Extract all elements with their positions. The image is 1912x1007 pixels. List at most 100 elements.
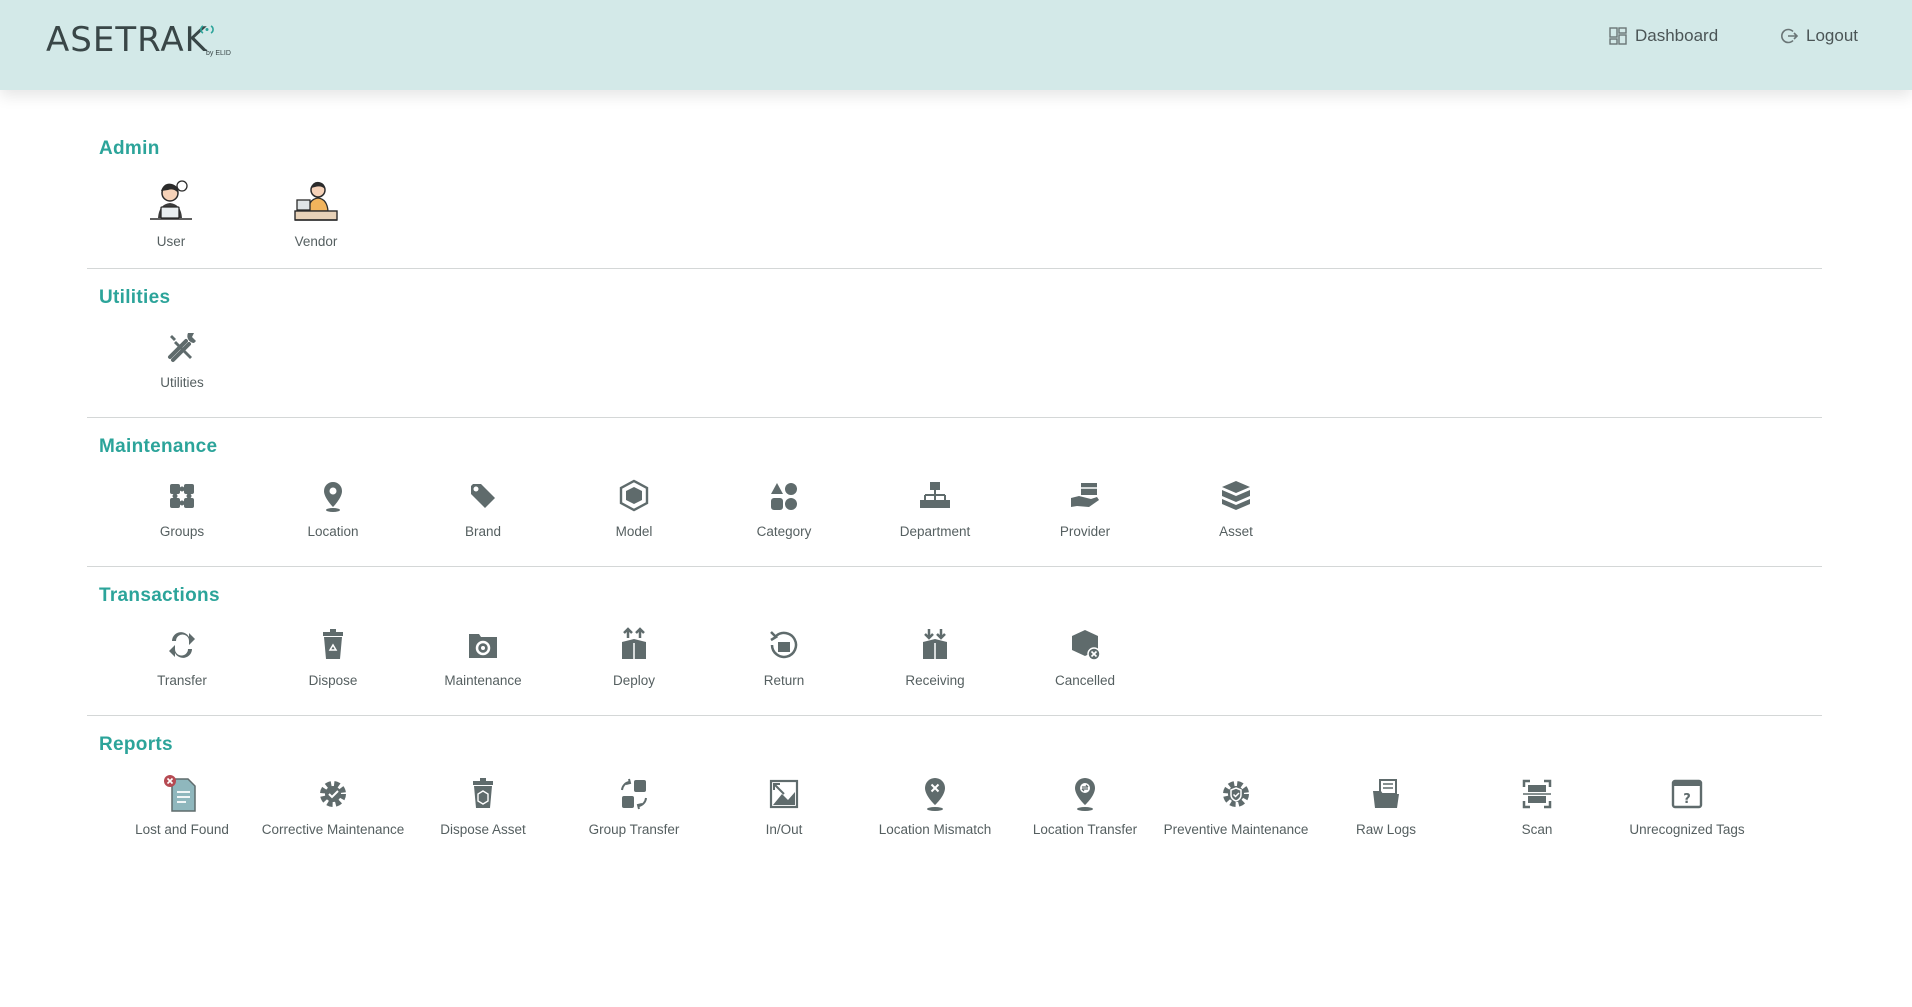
item-label: Deploy <box>612 673 656 688</box>
reports-item-location-mismatch[interactable]: Location Mismatch <box>860 774 1010 840</box>
item-label: Group Transfer <box>588 822 680 837</box>
maintenance-item-department[interactable]: Department <box>860 476 1010 542</box>
reports-item-preventive-maintenance[interactable]: Preventive Maintenance <box>1161 774 1311 840</box>
gear-check-icon <box>320 781 346 807</box>
dashboard-label: Dashboard <box>1635 26 1719 45</box>
item-label: Location <box>307 524 359 539</box>
vendor-cashier-icon <box>294 181 338 221</box>
folder-docs-icon <box>1373 779 1399 808</box>
tools-icon <box>168 333 196 362</box>
swap-arrows-icon <box>169 632 195 658</box>
item-label: Preventive Maintenance <box>1163 822 1309 837</box>
item-label: Category <box>756 524 812 539</box>
box-return-icon <box>770 631 798 659</box>
transactions-item-dispose[interactable]: Dispose <box>258 625 408 691</box>
maintenance-item-asset[interactable]: Asset <box>1161 476 1311 542</box>
document-x-icon <box>164 775 196 812</box>
reports-item-group-transfer[interactable]: Group Transfer <box>559 774 709 840</box>
puzzle-arrows-icon <box>621 778 647 810</box>
item-label: Unrecognized Tags <box>1629 822 1745 837</box>
scan-icon <box>1522 779 1552 809</box>
gear-folder-icon <box>469 634 497 658</box>
open-box-icon <box>1222 481 1250 510</box>
reports-item-raw-logs[interactable]: Raw Logs <box>1311 774 1461 840</box>
section-title: Utilities <box>99 287 171 308</box>
reports-item-in-out[interactable]: In/Out <box>709 774 859 840</box>
transactions-item-cancelled[interactable]: Cancelled <box>1010 625 1160 691</box>
pin-transfer-icon <box>1075 778 1095 811</box>
maintenance-item-provider[interactable]: Provider <box>1010 476 1160 542</box>
reports-item-corrective-maintenance[interactable]: Corrective Maintenance <box>258 774 408 840</box>
section-title: Reports <box>99 734 173 755</box>
brand-logo[interactable]: ASETRAK by ELID <box>46 20 246 68</box>
item-label: Groups <box>159 524 205 539</box>
admin-item-vendor[interactable]: Vendor <box>241 178 391 252</box>
pin-x-icon <box>925 778 945 811</box>
transactions-item-receiving[interactable]: Receiving <box>860 625 1010 691</box>
logout-icon <box>1781 28 1798 44</box>
cube-icon <box>619 479 649 512</box>
item-label: User <box>156 234 186 249</box>
item-label: Receiving <box>905 673 965 688</box>
recycle-bin-icon <box>323 629 343 659</box>
transactions-item-transfer[interactable]: Transfer <box>107 625 257 691</box>
item-label: Cancelled <box>1054 673 1116 688</box>
item-label: Utilities <box>160 375 204 390</box>
section-maintenance: Maintenance Groups Location Brand Model … <box>87 418 1822 567</box>
shapes-icon <box>771 483 797 510</box>
tag-icon <box>471 484 495 508</box>
admin-item-user[interactable]: User <box>96 178 246 252</box>
item-label: Return <box>763 673 805 688</box>
transactions-item-maintenance[interactable]: Maintenance <box>408 625 558 691</box>
puzzle-icon <box>170 484 194 508</box>
signal-icon <box>200 25 214 34</box>
reports-item-lost-and-found[interactable]: Lost and Found <box>107 774 257 840</box>
item-label: Location Mismatch <box>878 822 992 837</box>
maintenance-item-location[interactable]: Location <box>258 476 408 542</box>
item-label: Provider <box>1059 524 1111 539</box>
maintenance-item-groups[interactable]: Groups <box>107 476 257 542</box>
section-title: Transactions <box>99 585 220 606</box>
reports-item-unrecognized-tags[interactable]: ? Unrecognized Tags <box>1612 774 1762 840</box>
item-label: Raw Logs <box>1355 822 1417 837</box>
svg-text:?: ? <box>1683 792 1691 807</box>
item-label: Dispose <box>308 673 358 688</box>
section-reports: Reports Lost and Found Corrective Mainte… <box>87 716 1822 865</box>
map-pin-icon <box>324 482 342 512</box>
dashboard-link[interactable]: Dashboard <box>1609 24 1718 48</box>
reports-item-location-transfer[interactable]: Location Transfer <box>1010 774 1160 840</box>
maintenance-item-brand[interactable]: Brand <box>408 476 558 542</box>
section-title: Maintenance <box>99 436 218 457</box>
logout-label: Logout <box>1806 26 1858 45</box>
transactions-item-return[interactable]: Return <box>709 625 859 691</box>
reports-item-dispose-asset[interactable]: Dispose Asset <box>408 774 558 840</box>
logo-subtext: by ELID <box>206 50 231 57</box>
section-transactions: Transactions Transfer Dispose Maintenanc… <box>87 567 1822 716</box>
item-label: Dispose Asset <box>440 822 526 837</box>
header-bar: ASETRAK by ELID Dashboard Logout <box>0 0 1912 90</box>
main-content: Admin User Vendor Utilities Utilities Ma… <box>87 120 1822 865</box>
transactions-item-deploy[interactable]: Deploy <box>559 625 709 691</box>
item-label: Lost and Found <box>135 822 229 837</box>
section-admin: Admin User Vendor <box>87 120 1822 269</box>
box-cancel-icon <box>1072 630 1101 661</box>
question-window-icon: ? <box>1671 779 1703 809</box>
item-label: In/Out <box>765 822 803 837</box>
item-label: Maintenance <box>444 673 522 688</box>
maintenance-item-category[interactable]: Category <box>709 476 859 542</box>
section-utilities: Utilities Utilities <box>87 269 1822 418</box>
user-at-laptop-icon <box>150 180 192 220</box>
utilities-item-utilities[interactable]: Utilities <box>107 327 257 393</box>
in-out-image-icon <box>769 779 799 809</box>
item-label: Scan <box>1521 822 1553 837</box>
item-label: Asset <box>1219 524 1253 539</box>
item-label: Department <box>899 524 971 539</box>
org-chart-icon <box>920 482 950 508</box>
maintenance-item-model[interactable]: Model <box>559 476 709 542</box>
box-up-arrows-icon <box>622 627 646 659</box>
reports-item-scan[interactable]: Scan <box>1462 774 1612 840</box>
item-label: Brand <box>464 524 502 539</box>
dashboard-grid-icon <box>1609 27 1627 45</box>
hand-box-icon <box>1071 483 1099 507</box>
logout-link[interactable]: Logout <box>1780 24 1858 48</box>
